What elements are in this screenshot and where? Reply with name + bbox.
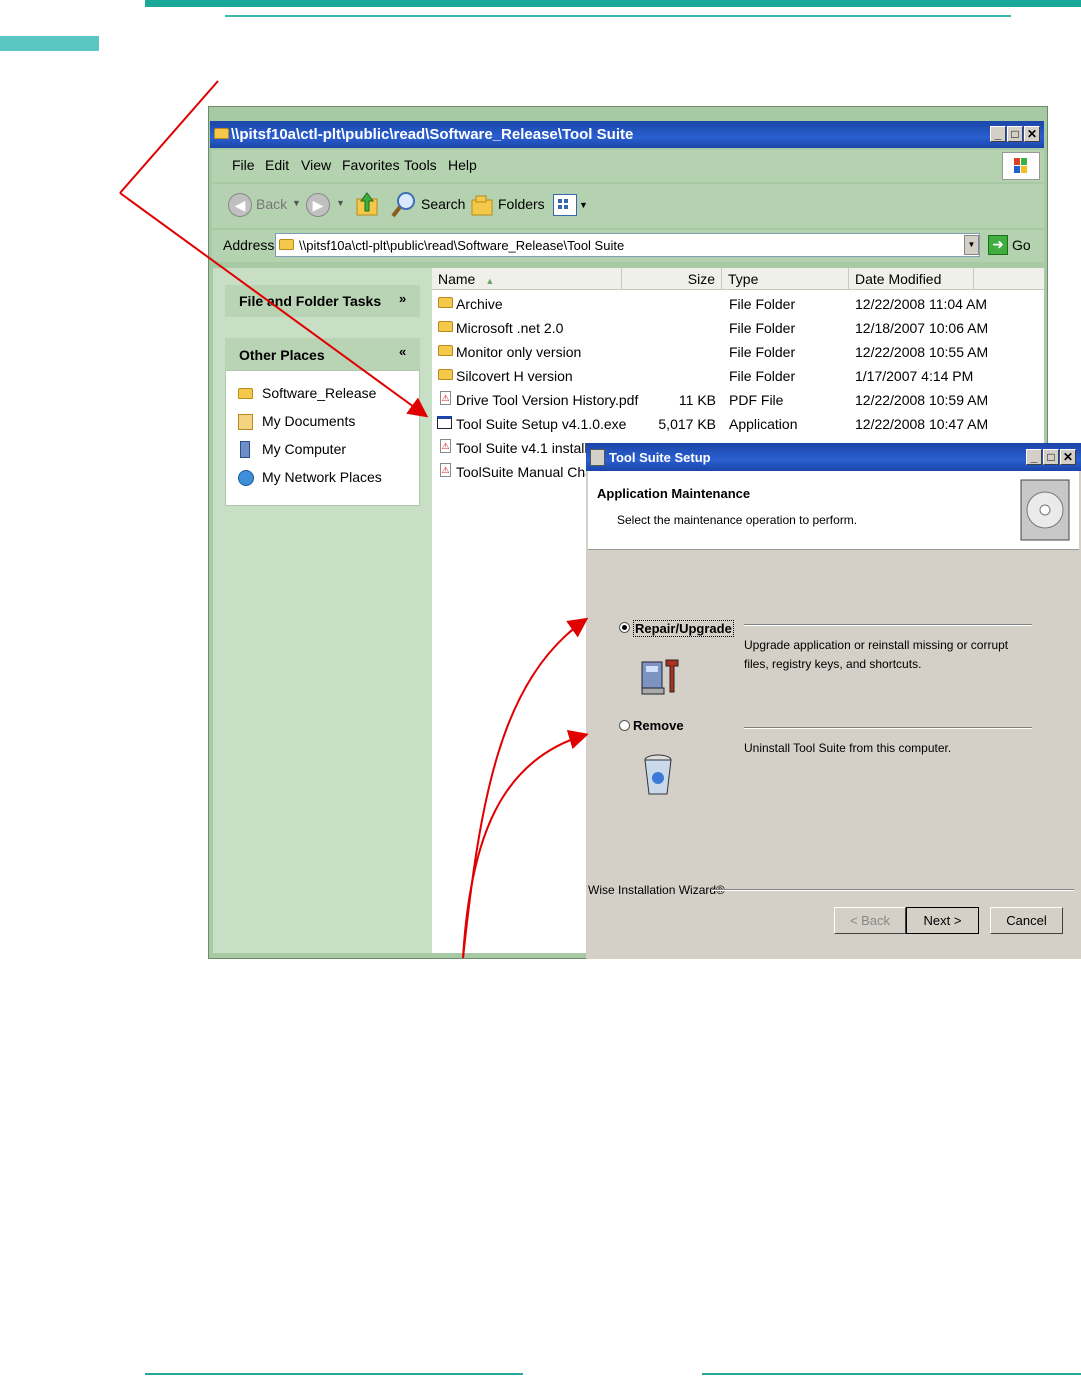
annotation-arrows — [119, 80, 589, 959]
annotation-line — [119, 80, 219, 194]
annotation-arrow-repair — [462, 617, 589, 959]
annotation-arrow-setup-exe — [119, 192, 429, 418]
annotation-arrow-remove — [462, 729, 589, 959]
